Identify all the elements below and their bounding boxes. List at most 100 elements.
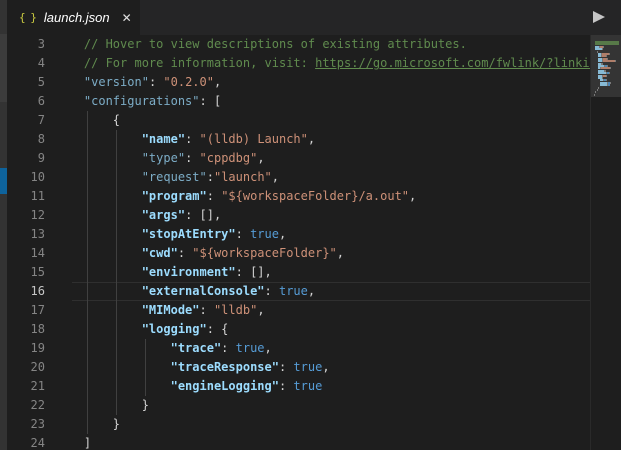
minimap-line: [594, 93, 595, 96]
minimap-line: [609, 53, 610, 55]
code-token: "environment": [141, 265, 236, 279]
indent-guide: [115, 358, 117, 377]
line-number: 4: [37, 56, 45, 70]
line-number: 14: [30, 246, 45, 260]
indent-guide: [86, 377, 88, 396]
tab-launch-json[interactable]: { } launch.json ✕: [7, 0, 140, 35]
code-line[interactable]: }: [55, 396, 590, 415]
code-token: :: [264, 284, 279, 298]
code-link[interactable]: https://go.microsoft.com/fwlink/?linkid=…: [315, 56, 590, 70]
line-number: 7: [37, 113, 45, 127]
code-token: ,: [278, 227, 287, 241]
code-line[interactable]: "version": "0.2.0",: [55, 73, 590, 92]
minimap-line: [598, 86, 599, 89]
code-editor[interactable]: 345678910111213141516171819202122232425 …: [7, 35, 590, 450]
line-number: 17: [30, 303, 45, 317]
code-token: "${workspaceFolder}/a.out": [221, 189, 410, 203]
code-token: true: [293, 360, 323, 374]
indent-guide: [115, 225, 117, 244]
code-token: }: [141, 398, 149, 412]
line-number: 24: [30, 436, 45, 450]
minimap-line: [609, 43, 619, 46]
indent-guide: [86, 396, 88, 415]
code-line[interactable]: "type": "cppdbg",: [55, 149, 590, 168]
code-area[interactable]: // Hover to view descriptions of existin…: [55, 35, 590, 450]
code-line[interactable]: "configurations": [: [55, 92, 590, 111]
line-number: 21: [30, 379, 45, 393]
code-line[interactable]: "engineLogging": true: [55, 377, 590, 396]
code-token: true: [250, 227, 279, 241]
editor-window: { } launch.json ✕ 3 4 5 6 7 8 9 10 11 12 13 14 15 16 1…: [0, 0, 621, 450]
indent-guide: [144, 377, 146, 396]
code-line[interactable]: "logging": {: [55, 320, 590, 339]
code-line[interactable]: // For more information, visit: https://…: [55, 54, 590, 73]
indent-guide: [115, 187, 117, 206]
code-token: // Hover to view descriptions of existin…: [83, 37, 467, 51]
indent-guide: [115, 396, 117, 415]
code-token: : [: [199, 94, 222, 108]
minimap[interactable]: [590, 35, 621, 450]
code-token: "launch": [213, 170, 272, 184]
line-number: 5: [37, 75, 45, 89]
minimap-line: [610, 81, 611, 84]
indent-guide: [86, 263, 88, 282]
code-token: :: [148, 75, 164, 89]
activity-strip-shade: [0, 34, 7, 102]
line-number: 11: [30, 189, 45, 203]
code-line[interactable]: "cwd": "${workspaceFolder}",: [55, 244, 590, 263]
code-token: "logging": [141, 322, 207, 336]
minimap-line: [597, 89, 598, 91]
indent-guide: [115, 320, 117, 339]
code-line[interactable]: ]: [55, 434, 590, 450]
code-line[interactable]: }: [55, 415, 590, 434]
code-token: ,: [307, 132, 316, 146]
play-icon[interactable]: [593, 11, 605, 23]
code-line[interactable]: "stopAtEntry": true,: [55, 225, 590, 244]
code-token: "cppdbg": [199, 151, 258, 165]
code-token: :: [177, 246, 193, 260]
line-number: 19: [30, 341, 45, 355]
code-token: :: [185, 132, 200, 146]
indent-guide: [115, 301, 117, 320]
close-icon[interactable]: ✕: [122, 11, 132, 25]
line-number: 12: [30, 208, 45, 222]
code-line[interactable]: "args": [],: [55, 206, 590, 225]
indent-guide: [115, 130, 117, 149]
code-line[interactable]: "environment": [],: [55, 263, 590, 282]
code-token: "0.2.0": [163, 75, 214, 89]
code-token: "(lldb) Launch": [199, 132, 308, 146]
code-line[interactable]: "name": "(lldb) Launch",: [55, 130, 590, 149]
code-token: true: [235, 341, 265, 355]
tab-bar: { } launch.json ✕: [7, 0, 621, 35]
code-token: :: [278, 360, 294, 374]
code-token: ,: [307, 284, 316, 298]
indent-guide: [86, 225, 88, 244]
code-token: "request": [141, 170, 207, 184]
code-token: :: [199, 303, 214, 317]
indent-guide: [86, 244, 88, 263]
code-line[interactable]: "MIMode": "lldb",: [55, 301, 590, 320]
code-line[interactable]: "request":"launch",: [55, 168, 590, 187]
minimap-line: [608, 84, 610, 87]
code-line[interactable]: {: [55, 111, 590, 130]
code-token: ,: [271, 170, 279, 184]
code-line[interactable]: "program": "${workspaceFolder}/a.out",: [55, 187, 590, 206]
code-line[interactable]: // Hover to view descriptions of existin…: [55, 35, 590, 54]
code-token: "args": [141, 208, 186, 222]
code-token: // For more information, visit:: [83, 56, 316, 70]
code-line[interactable]: "trace": true,: [55, 339, 590, 358]
code-token: {: [112, 113, 121, 127]
indent-guide: [115, 339, 117, 358]
code-line[interactable]: "externalConsole": true,: [55, 282, 590, 301]
indent-guide: [86, 206, 88, 225]
code-line[interactable]: "traceResponse": true,: [55, 358, 590, 377]
